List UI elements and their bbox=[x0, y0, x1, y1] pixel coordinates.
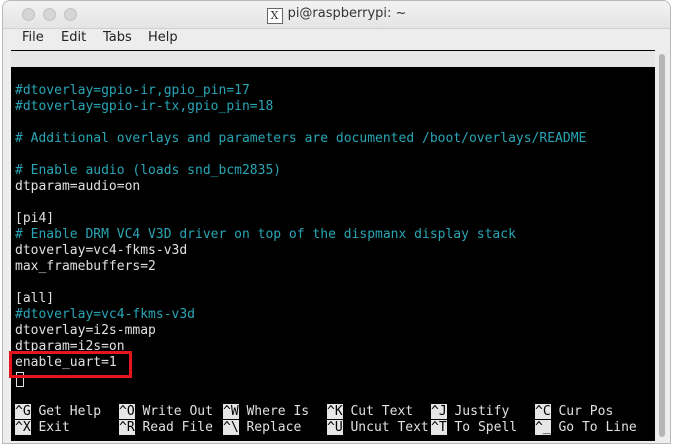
shortcut-key: ^\ bbox=[223, 420, 239, 435]
shortcut-key: ^_ bbox=[535, 420, 551, 435]
shortcut-label: Uncut Text bbox=[342, 420, 429, 435]
shortcut-item: ^J Justify bbox=[431, 404, 509, 420]
shortcut-key: ^X bbox=[15, 420, 31, 435]
shortcut-label: Justify bbox=[446, 404, 510, 419]
shortcut-label: Cut Text bbox=[342, 404, 414, 419]
shortcut-key: ^U bbox=[327, 420, 343, 435]
shortcut-item: ^_ Go To Line bbox=[535, 420, 637, 436]
file-line: [pi4] bbox=[15, 211, 55, 226]
file-line: # Enable audio (loads snd_bcm2835) bbox=[15, 163, 282, 178]
file-line: # Additional overlays and parameters are… bbox=[15, 131, 587, 146]
menu-help[interactable]: Help bbox=[148, 30, 178, 45]
shortcut-key: ^O bbox=[119, 404, 135, 419]
menu-tabs[interactable]: Tabs bbox=[103, 30, 132, 45]
menu-bar: File Edit Tabs Help bbox=[3, 29, 670, 49]
scrollbar[interactable] bbox=[656, 50, 668, 441]
shortcut-label: Exit bbox=[30, 420, 70, 435]
shortcut-label: Go To Line bbox=[550, 420, 637, 435]
shortcut-item: ^O Write Out bbox=[119, 404, 213, 420]
shortcut-label: Read File bbox=[134, 420, 213, 435]
shortcut-key: ^R bbox=[119, 420, 135, 435]
file-line: #dtoverlay=gpio-ir,gpio_pin=17 bbox=[15, 83, 250, 98]
shortcut-label: Where Is bbox=[238, 404, 310, 419]
title-bar[interactable]: Xpi@raspberrypi: ~ bbox=[3, 1, 670, 29]
shortcut-label: Cur Pos bbox=[550, 404, 614, 419]
shortcut-label: To Spell bbox=[446, 420, 518, 435]
shortcut-label: Get Help bbox=[30, 404, 102, 419]
file-line: #dtoverlay=gpio-ir-tx,gpio_pin=18 bbox=[15, 99, 274, 114]
nano-header: GNU nano 3.2 /boot/config.txt bbox=[11, 51, 655, 98]
menu-file[interactable]: File bbox=[22, 30, 44, 45]
shortcut-key: ^C bbox=[535, 404, 551, 419]
shortcut-key: ^K bbox=[327, 404, 343, 419]
highlight-box bbox=[9, 351, 132, 378]
shortcut-label: Replace bbox=[238, 420, 302, 435]
nano-filename: /boot/config.txt bbox=[287, 83, 413, 98]
terminal-area[interactable]: GNU nano 3.2 /boot/config.txt #dtoverlay… bbox=[11, 50, 655, 441]
shortcut-item: ^R Read File bbox=[119, 420, 213, 436]
shortcut-label: Write Out bbox=[134, 404, 213, 419]
shortcut-item: ^G Get Help bbox=[15, 404, 101, 420]
shortcut-item: ^C Cur Pos bbox=[535, 404, 613, 420]
shortcut-key: ^G bbox=[15, 404, 31, 419]
nano-version: GNU nano 3.2 bbox=[31, 67, 125, 82]
shortcut-item: ^T To Spell bbox=[431, 420, 517, 436]
file-line: dtoverlay=i2s-mmap bbox=[15, 323, 156, 338]
file-line: dtparam=audio=on bbox=[15, 179, 141, 194]
window-title-text: pi@raspberrypi: ~ bbox=[287, 6, 407, 21]
shortcut-item: ^\ Replace bbox=[223, 420, 301, 436]
shortcut-key: ^J bbox=[431, 404, 447, 419]
file-line: max_framebuffers=2 bbox=[15, 259, 156, 274]
window-title: Xpi@raspberrypi: ~ bbox=[3, 6, 670, 24]
file-line: #dtoverlay=vc4-fkms-v3d bbox=[15, 307, 196, 322]
menu-edit[interactable]: Edit bbox=[61, 30, 86, 45]
file-line: # Enable DRM VC4 V3D driver on top of th… bbox=[15, 227, 516, 242]
file-line: [all] bbox=[15, 291, 55, 306]
scrollbar-thumb[interactable] bbox=[659, 54, 665, 437]
x-terminal-icon: X bbox=[266, 8, 283, 24]
shortcut-key: ^T bbox=[431, 420, 447, 435]
shortcut-item: ^K Cut Text bbox=[327, 404, 413, 420]
shortcut-item: ^W Where Is bbox=[223, 404, 309, 420]
shortcut-item: ^U Uncut Text bbox=[327, 420, 429, 436]
shortcut-item: ^X Exit bbox=[15, 420, 70, 436]
file-line: dtoverlay=vc4-fkms-v3d bbox=[15, 243, 188, 258]
shortcut-key: ^W bbox=[223, 404, 239, 419]
